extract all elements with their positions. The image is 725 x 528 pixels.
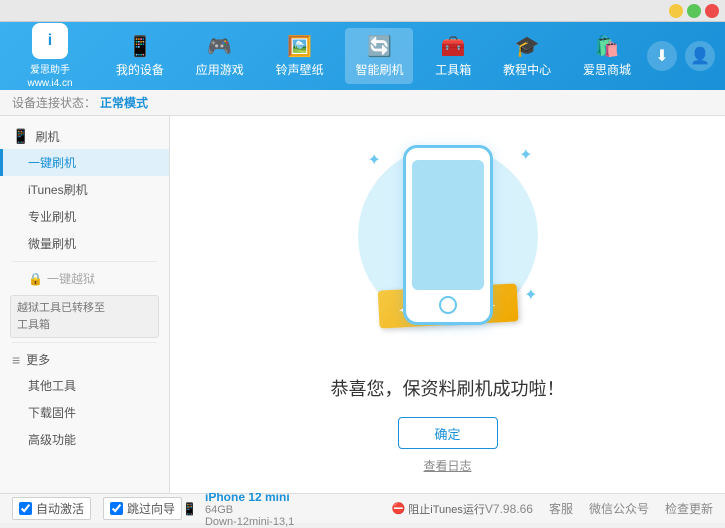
apps-icon: 🎮 [207, 34, 232, 59]
logo: i 爱思助手 www.i4.cn [10, 23, 90, 89]
auto-connect-checkbox[interactable] [19, 502, 32, 515]
stop-itunes[interactable]: ⛔ 阻止iTunes运行 [392, 501, 485, 517]
flash-icon: 🔄 [367, 34, 392, 59]
skip-wizard-checkbox[interactable] [110, 502, 123, 515]
user-btn[interactable]: 👤 [685, 41, 715, 71]
maximize-btn[interactable] [687, 4, 701, 18]
sidebar-section-flash-header: 📱 刷机 [0, 124, 169, 149]
device-firmware: Down-12mini-13,1 [205, 516, 294, 528]
nav-smart-flash[interactable]: 🔄 智能刷机 [345, 28, 413, 84]
sidebar: 📱 刷机 一键刷机 iTunes刷机 专业刷机 微量刷机 🔒 一键越狱 [0, 116, 170, 493]
titlebar [0, 0, 725, 22]
sidebar-section-jailbreak: 🔒 一键越狱 越狱工具已转移至工具箱 [0, 266, 169, 338]
flash-section-icon: 📱 [12, 128, 29, 145]
close-btn[interactable] [705, 4, 719, 18]
check-update-link[interactable]: 检查更新 [665, 500, 713, 517]
ringtone-icon: 🖼️ [287, 34, 312, 59]
nav-right: ⬇ 👤 [647, 41, 715, 71]
status-bar: 设备连接状态： 正常模式 [0, 90, 725, 116]
sidebar-item-no-data-flash[interactable]: 微量刷机 [0, 230, 169, 257]
divider-1 [12, 261, 157, 262]
nav-apps-games[interactable]: 🎮 应用游戏 [186, 28, 254, 84]
sidebar-item-other-tools[interactable]: 其他工具 [0, 372, 169, 399]
toolbox-icon: 🧰 [441, 34, 466, 59]
divider-2 [12, 342, 157, 343]
nav-ringtones[interactable]: 🖼️ 铃声壁纸 [266, 28, 334, 84]
stop-icon: ⛔ [392, 502, 406, 515]
sparkle-br: ✦ [524, 285, 537, 305]
device-storage: 64GB [205, 504, 294, 516]
jailbreak-info: 越狱工具已转移至工具箱 [10, 295, 159, 338]
phone-screen [412, 160, 484, 290]
status-label: 设备连接状态： [12, 94, 96, 111]
bottom-right: V7.98.66 客服 微信公众号 检查更新 [485, 500, 713, 517]
wechat-link[interactable]: 微信公众号 [589, 500, 649, 517]
header: i 爱思助手 www.i4.cn 📱 我的设备 🎮 应用游戏 🖼️ 铃声壁纸 🔄… [0, 22, 725, 90]
minimize-btn[interactable] [669, 4, 683, 18]
logo-name: 爱思助手 [30, 61, 70, 76]
sidebar-jailbreak-disabled: 🔒 一键越狱 [0, 266, 169, 291]
sidebar-item-one-key-flash[interactable]: 一键刷机 [0, 149, 169, 176]
sidebar-item-pro-flash[interactable]: 专业刷机 [0, 203, 169, 230]
content-area: ✦ ✦ ✦ NEW 恭喜您，保资料刷机成功啦！ 确定 查看日志 [170, 116, 725, 493]
log-link[interactable]: 查看日志 [423, 457, 471, 474]
nav-items: 📱 我的设备 🎮 应用游戏 🖼️ 铃声壁纸 🔄 智能刷机 🧰 工具箱 🎓 教程中… [100, 28, 647, 84]
confirm-button[interactable]: 确定 [398, 417, 498, 449]
bottom-device: 📱 iPhone 12 mini 64GB Down-12mini-13,1 [182, 490, 294, 528]
skip-wizard-label[interactable]: 跳过向导 [103, 497, 182, 520]
customer-service-link[interactable]: 客服 [549, 500, 573, 517]
auto-connect-label[interactable]: 自动激活 [12, 497, 91, 520]
mall-icon: 🛍️ [595, 34, 620, 59]
more-icon: ≡ [12, 352, 20, 368]
sidebar-item-itunes-flash[interactable]: iTunes刷机 [0, 176, 169, 203]
nav-tutorial[interactable]: 🎓 教程中心 [493, 28, 561, 84]
status-value: 正常模式 [100, 94, 148, 111]
sidebar-section-flash: 📱 刷机 一键刷机 iTunes刷机 专业刷机 微量刷机 [0, 124, 169, 257]
logo-url: www.i4.cn [27, 78, 72, 89]
sparkle-tr: ✦ [519, 145, 532, 165]
phone-icon: 📱 [127, 34, 152, 59]
nav-mall[interactable]: 🛍️ 爱思商城 [573, 28, 641, 84]
lock-icon: 🔒 [28, 272, 43, 286]
phone-body [403, 145, 493, 325]
sidebar-section-more: ≡ 更多 其他工具 下载固件 高级功能 [0, 347, 169, 453]
bottom-left: 自动激活 跳过向导 [12, 497, 182, 520]
success-message: 恭喜您，保资料刷机成功啦！ [331, 375, 565, 401]
sidebar-item-advanced[interactable]: 高级功能 [0, 426, 169, 453]
version-text: V7.98.66 [485, 502, 533, 516]
phone-illustration: ✦ ✦ ✦ NEW [348, 135, 548, 355]
device-phone-icon: 📱 [182, 502, 197, 516]
phone-home-btn [439, 296, 457, 314]
sparkle-tl: ✦ [368, 150, 381, 170]
tutorial-icon: 🎓 [515, 34, 540, 59]
download-btn[interactable]: ⬇ [647, 41, 677, 71]
main: 📱 刷机 一键刷机 iTunes刷机 专业刷机 微量刷机 🔒 一键越狱 [0, 116, 725, 493]
bottom-bar: 自动激活 跳过向导 📱 iPhone 12 mini 64GB Down-12m… [0, 493, 725, 523]
sidebar-item-download-firmware[interactable]: 下载固件 [0, 399, 169, 426]
logo-icon: i [32, 23, 68, 59]
nav-toolbox[interactable]: 🧰 工具箱 [425, 28, 481, 84]
sidebar-section-more-header: ≡ 更多 [0, 347, 169, 372]
nav-my-device[interactable]: 📱 我的设备 [106, 28, 174, 84]
